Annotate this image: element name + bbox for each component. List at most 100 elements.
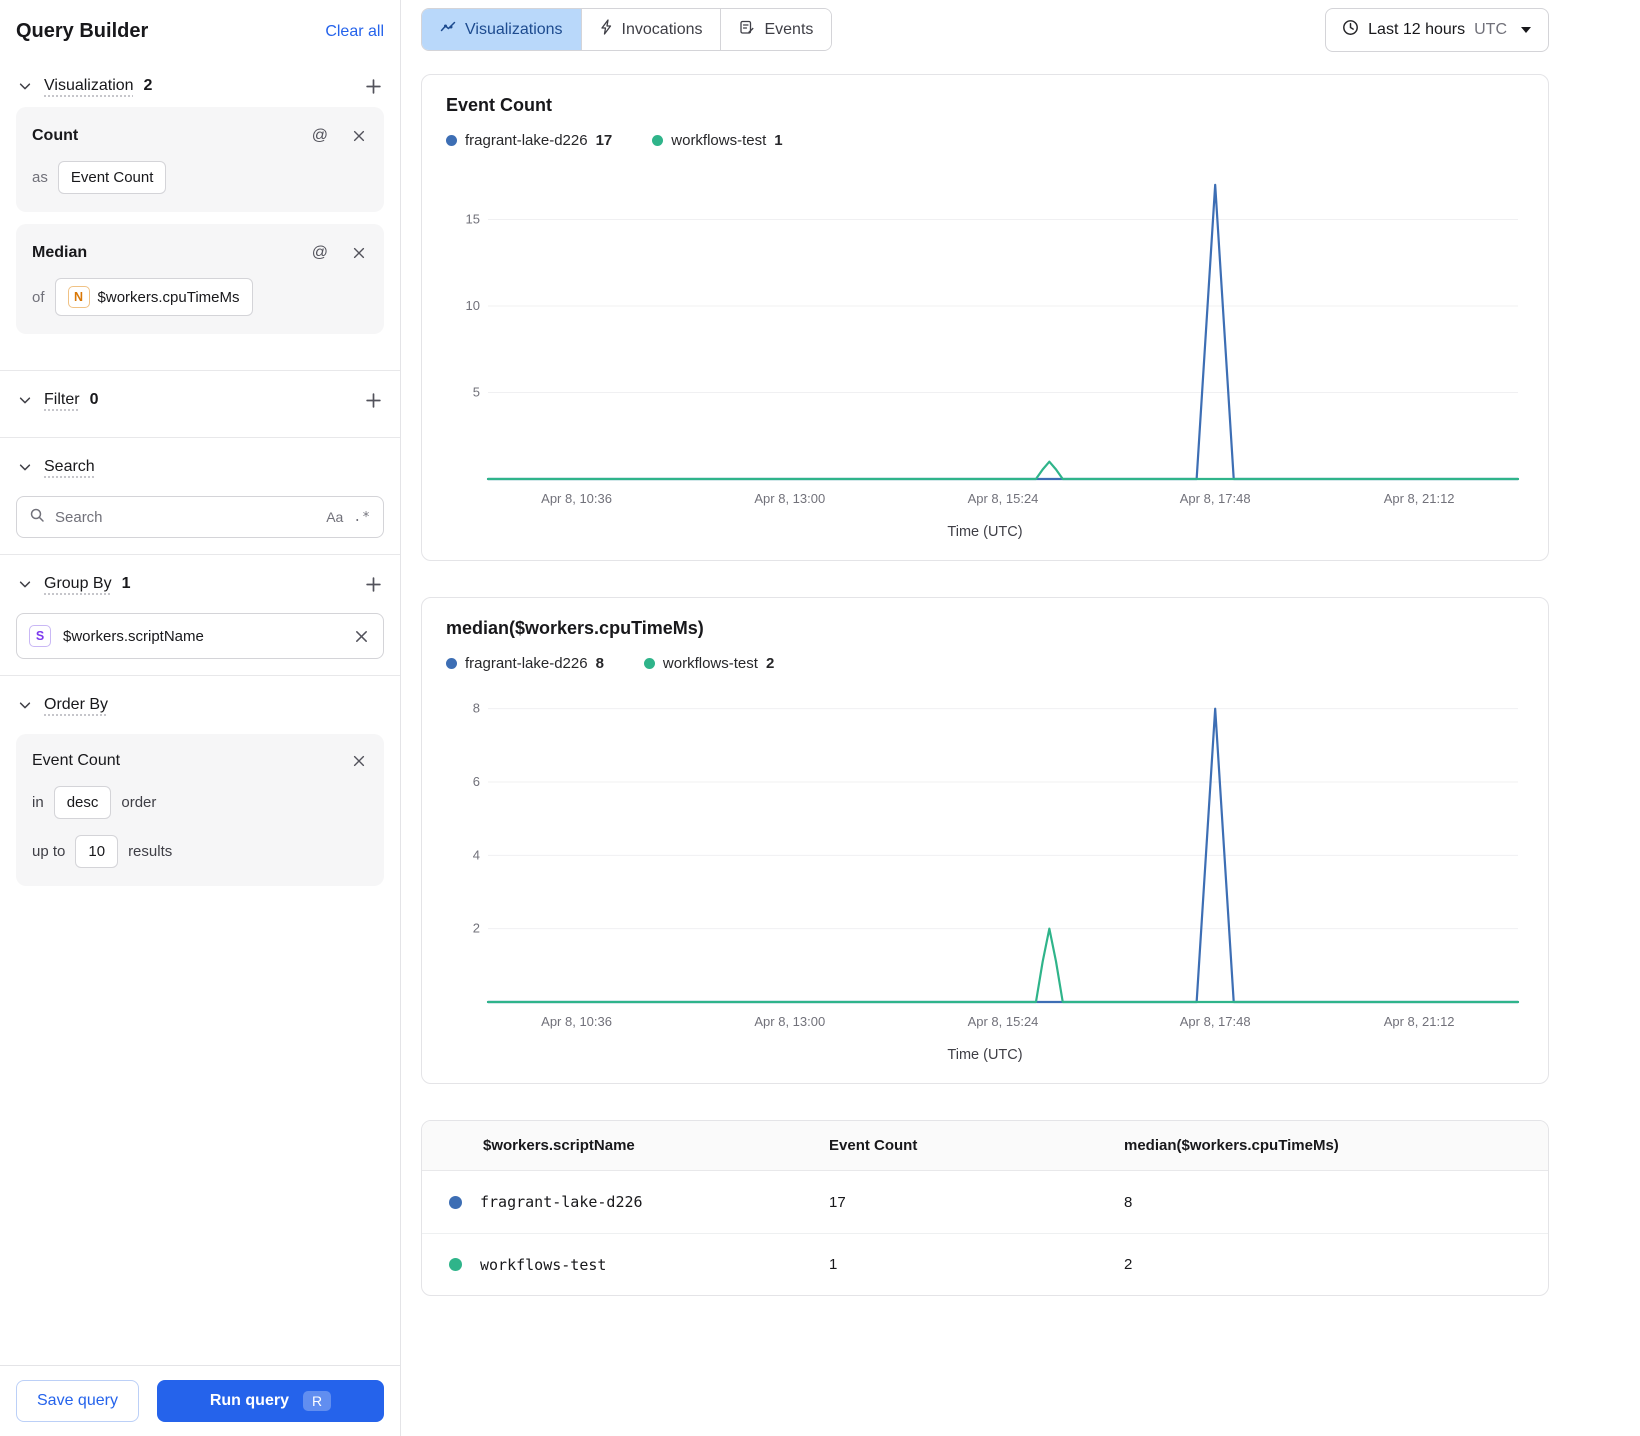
time-range-timezone: UTC <box>1474 21 1507 38</box>
event-count-line-chart: 5 10 15 Apr 8, 10:36 Apr 8, 13:00 Apr 8, 15:2… <box>466 183 1520 506</box>
chart-title: Event Count <box>446 95 552 115</box>
in-label: in <box>32 794 44 811</box>
order-suffix-label: order <box>121 794 157 811</box>
tab-invocations[interactable]: Invocations <box>580 9 721 50</box>
search-section: Search Aa .* <box>0 437 400 554</box>
x-axis-label: Time (UTC) <box>947 1047 1023 1063</box>
svg-text:8: 8 <box>473 701 480 716</box>
filter-label: Filter <box>44 391 80 408</box>
time-range-value: Last 12 hours <box>1368 21 1466 38</box>
group-by-section: Group By 1 S $workers.scriptName <box>0 554 400 675</box>
legend-item[interactable]: fragrant-lake-d226 17 <box>446 132 612 149</box>
x-axis-label: Time (UTC) <box>947 524 1023 540</box>
table-header-event-count: Event Count <box>829 1137 918 1154</box>
run-query-button[interactable]: Run query R <box>156 1380 384 1422</box>
number-type-icon: N <box>67 286 90 308</box>
view-tabs: Visualizations Invocations Events <box>421 8 833 51</box>
table-row: workflows-test 1 2 <box>422 1233 1548 1295</box>
run-query-label: Run query <box>209 1392 289 1409</box>
result-limit-field[interactable]: 10 <box>75 835 119 868</box>
chevron-down-icon[interactable] <box>16 575 34 593</box>
chevron-down-icon[interactable] <box>16 391 34 409</box>
time-range-selector[interactable]: Last 12 hours UTC <box>1325 8 1549 52</box>
median-card-title: Median <box>32 244 88 261</box>
legend-name: workflows-test <box>662 655 758 672</box>
run-query-shortcut: R <box>302 1391 332 1411</box>
search-box: Aa .* <box>16 496 384 538</box>
main-header: Visualizations Invocations Events Last 1… <box>421 8 1549 52</box>
add-visualization-button[interactable] <box>363 76 384 97</box>
add-filter-button[interactable] <box>363 390 384 411</box>
filter-section: Filter 0 <box>0 370 400 437</box>
svg-text:Apr 8, 17:48: Apr 8, 17:48 <box>1180 491 1251 506</box>
group-by-count: 1 <box>121 575 131 592</box>
count-alias-field[interactable]: Event Count <box>57 161 167 194</box>
upto-label: up to <box>32 843 66 860</box>
alert-at-icon[interactable]: @ <box>310 242 330 264</box>
search-label: Search <box>44 458 95 475</box>
tab-visualizations[interactable]: Visualizations <box>422 9 581 50</box>
group-by-item[interactable]: S $workers.scriptName <box>16 613 384 659</box>
svg-text:Apr 8, 15:24: Apr 8, 15:24 <box>968 1014 1039 1029</box>
median-field-selector[interactable]: N $workers.cpuTimeMs <box>54 278 253 316</box>
svg-text:5: 5 <box>473 384 480 399</box>
median-cpu-line-chart: 2 4 6 8 Apr 8, 10:36 Apr 8, 13:00 Apr 8, 15:24… <box>473 701 1520 1029</box>
match-case-icon[interactable]: Aa <box>326 509 343 525</box>
app-root: Query Builder Clear all Visualization 2 <box>0 0 1640 1436</box>
filter-count: 0 <box>89 391 99 408</box>
regex-icon[interactable]: .* <box>353 510 371 525</box>
event-count-value: 17 <box>829 1193 846 1211</box>
script-name: fragrant-lake-d226 <box>480 1193 643 1211</box>
remove-group-by-icon[interactable] <box>352 627 371 646</box>
legend-value: 8 <box>595 655 604 672</box>
chevron-down-icon[interactable] <box>16 696 34 714</box>
caret-down-icon <box>1520 21 1532 39</box>
chevron-down-icon[interactable] <box>16 77 34 95</box>
legend-item[interactable]: workflows-test 2 <box>643 655 774 672</box>
lightning-icon <box>600 19 613 40</box>
tab-events-label: Events <box>764 20 814 38</box>
svg-text:Apr 8, 10:36: Apr 8, 10:36 <box>541 1014 612 1029</box>
search-input[interactable] <box>55 508 317 526</box>
median-value: 2 <box>1124 1256 1133 1273</box>
remove-order-by-icon[interactable] <box>350 752 368 770</box>
order-by-field: Event Count <box>32 752 121 769</box>
chevron-down-icon[interactable] <box>16 458 34 476</box>
legend-name: workflows-test <box>671 132 767 149</box>
query-builder-panel: Query Builder Clear all Visualization 2 <box>0 0 401 1436</box>
table-row: fragrant-lake-d226 17 8 <box>422 1171 1548 1233</box>
as-label: as <box>32 169 48 186</box>
visualization-label: Visualization <box>44 77 134 94</box>
remove-count-icon[interactable] <box>350 127 368 145</box>
series-dot <box>652 135 664 146</box>
svg-text:Apr 8, 13:00: Apr 8, 13:00 <box>754 1014 825 1029</box>
legend-value: 17 <box>595 132 613 149</box>
order-direction-selector[interactable]: desc <box>53 786 112 819</box>
panel-title: Query Builder <box>16 20 149 42</box>
order-by-card: Event Count in desc order up to 10 resul… <box>16 734 384 886</box>
script-name: workflows-test <box>480 1255 607 1274</box>
svg-text:2: 2 <box>473 921 480 936</box>
clear-all-link[interactable]: Clear all <box>325 23 384 41</box>
visualization-count: 2 <box>143 77 153 94</box>
series-dot <box>643 658 655 669</box>
tab-events[interactable]: Events <box>720 9 832 50</box>
svg-text:Apr 8, 21:12: Apr 8, 21:12 <box>1384 491 1455 506</box>
series-dot <box>449 1258 462 1271</box>
visualization-section: Visualization 2 Count @ as Event Count M… <box>0 57 400 370</box>
legend-item[interactable]: workflows-test 1 <box>652 132 783 149</box>
remove-median-icon[interactable] <box>350 244 368 262</box>
group-by-field: $workers.scriptName <box>63 627 204 645</box>
order-by-label: Order By <box>44 696 109 713</box>
event-count-chart-card: Event Count fragrant-lake-d226 17 workfl… <box>421 74 1549 561</box>
chart-legend: fragrant-lake-d226 8 workflows-test 2 <box>446 655 1524 672</box>
save-query-button[interactable]: Save query <box>16 1380 139 1422</box>
series-dot <box>446 658 457 669</box>
main-content: Visualizations Invocations Events Last 1… <box>401 0 1640 1436</box>
alert-at-icon[interactable]: @ <box>310 125 330 147</box>
legend-item[interactable]: fragrant-lake-d226 8 <box>446 655 604 672</box>
results-table: $workers.scriptName Event Count median($… <box>421 1120 1549 1296</box>
chart-title: median($workers.cpuTimeMs) <box>446 618 704 638</box>
add-group-by-button[interactable] <box>363 574 384 595</box>
tab-invocations-label: Invocations <box>621 20 703 38</box>
